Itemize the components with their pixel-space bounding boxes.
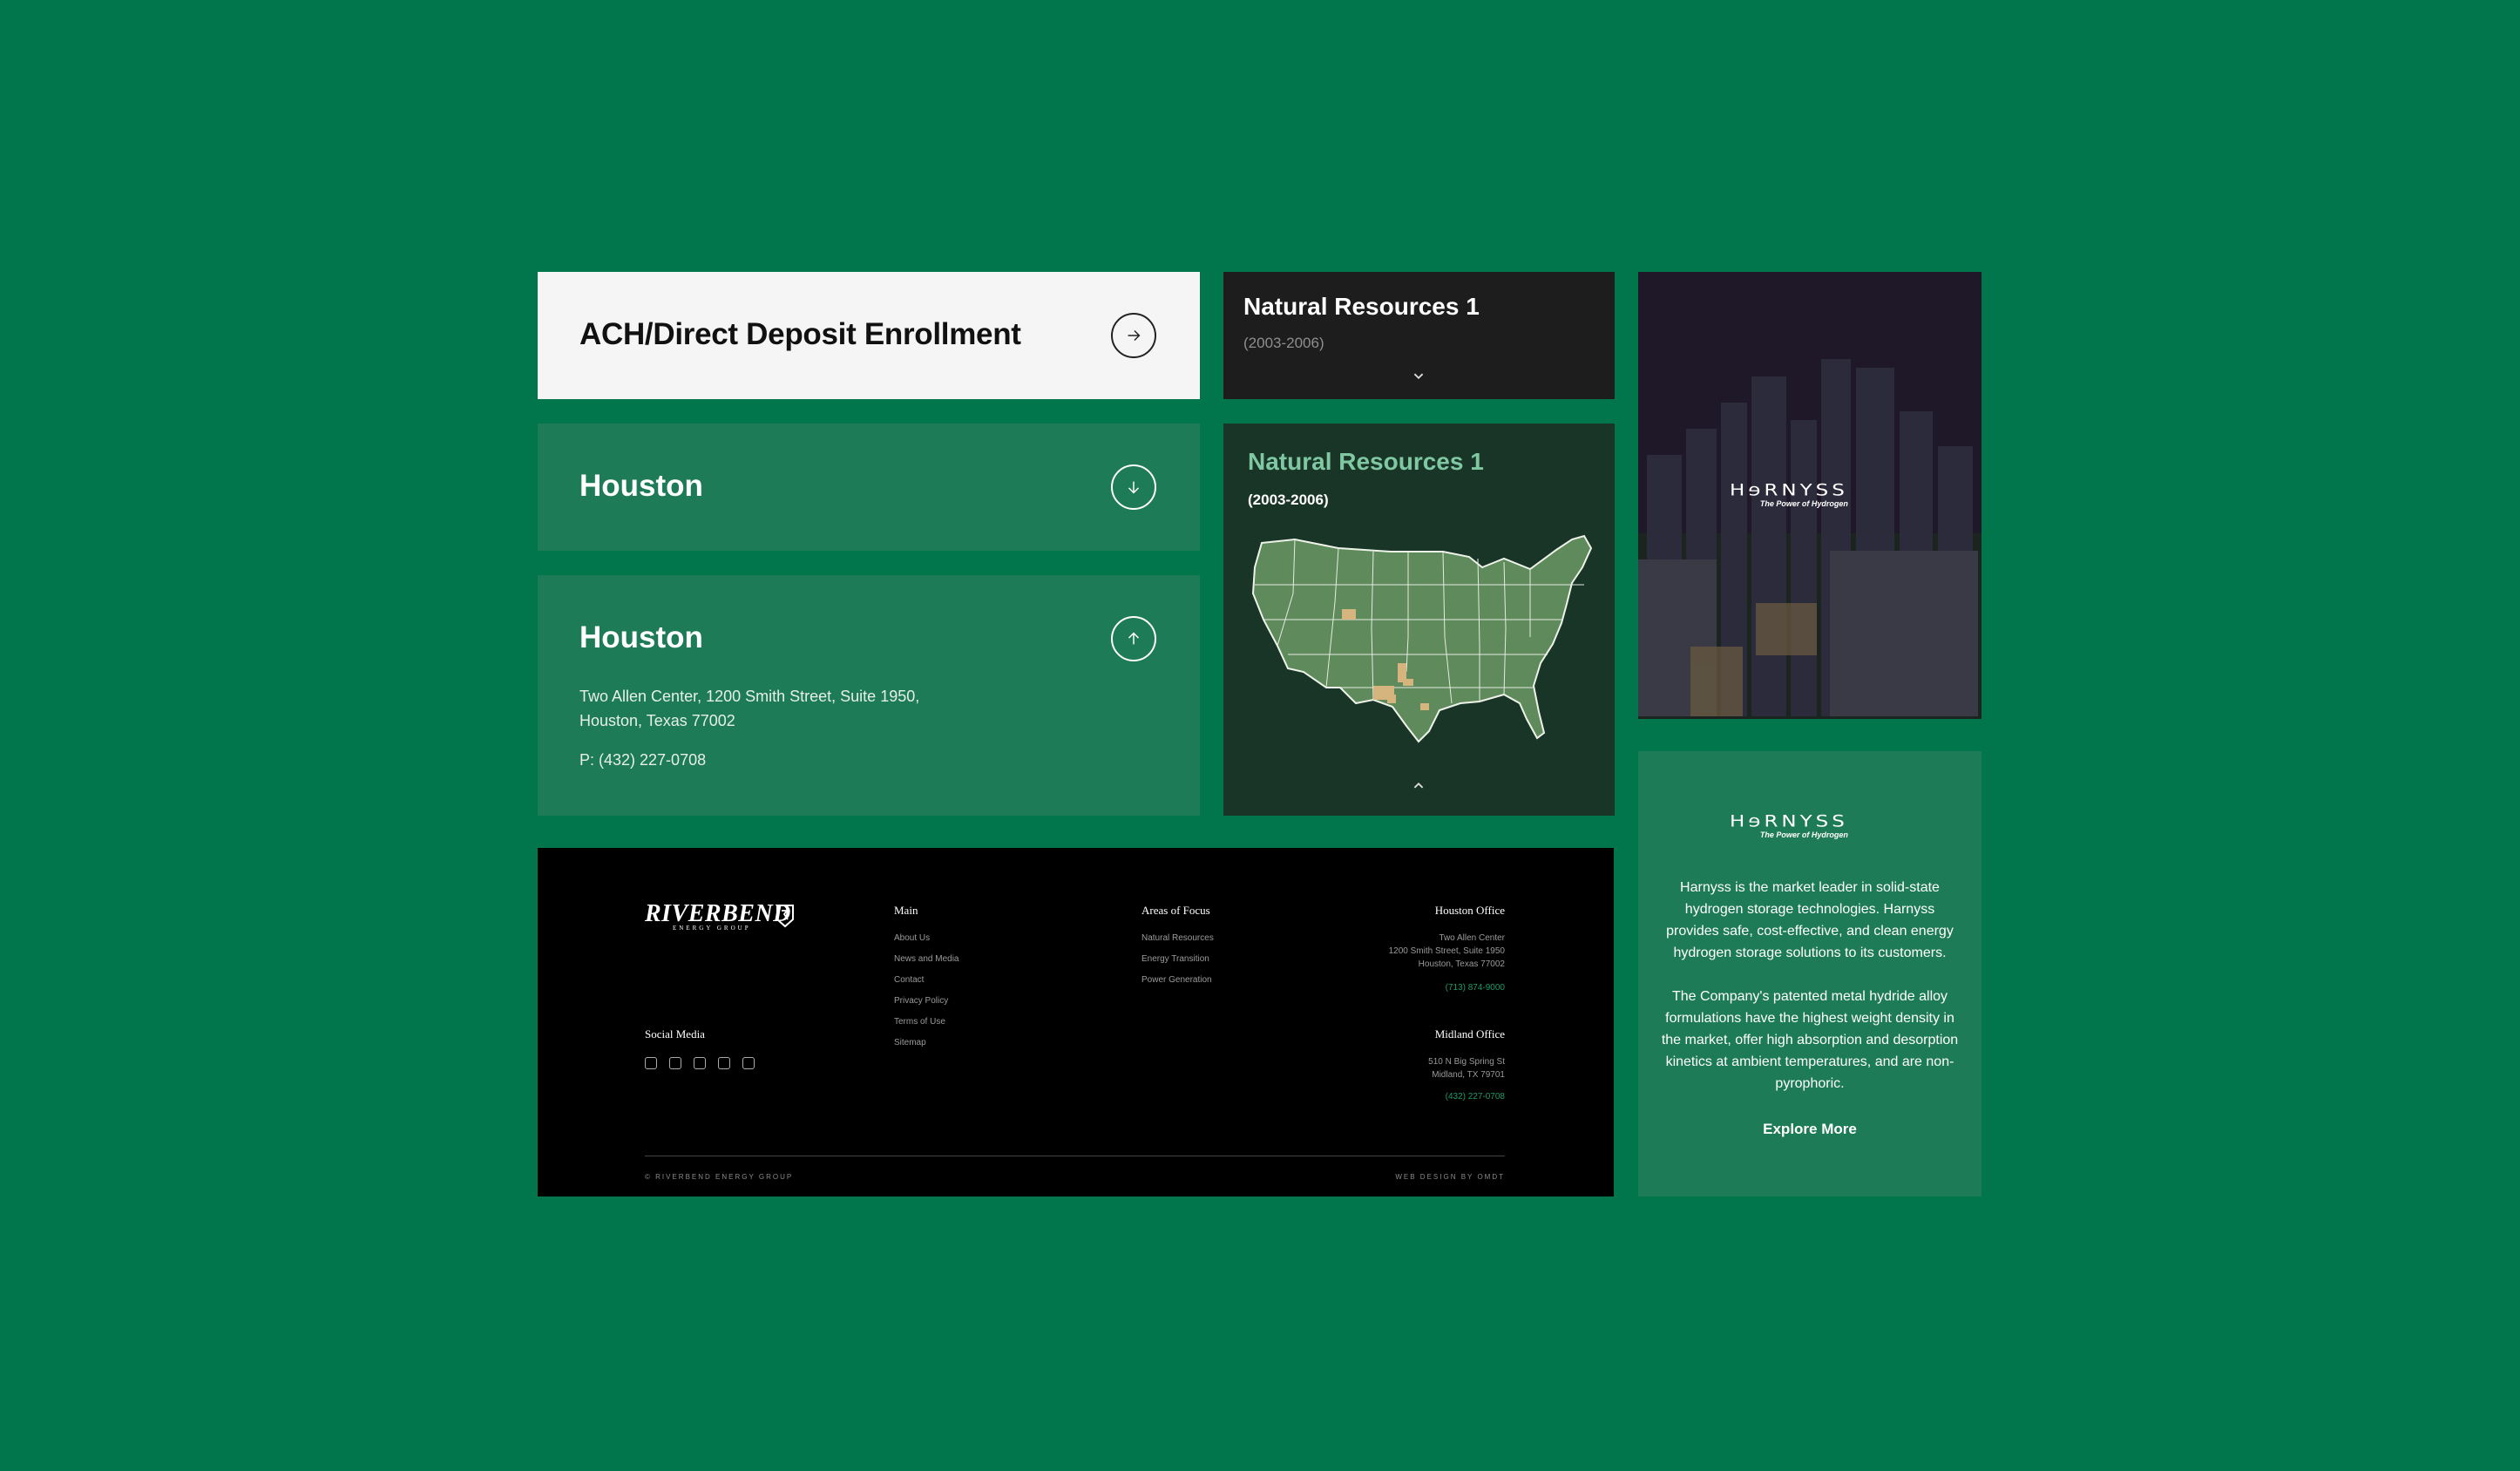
houston-title: Houston bbox=[579, 469, 703, 503]
harnyss-description-1: Harnyss is the market leader in solid-st… bbox=[1666, 880, 1954, 960]
chevron-up-icon[interactable] bbox=[1409, 776, 1428, 796]
houston-office-address: Two Allen Center 1200 Smith Street, Suit… bbox=[1389, 932, 1505, 971]
footer-link[interactable]: Contact bbox=[894, 970, 959, 991]
houston-phone: P: (432) 227-0708 bbox=[579, 751, 707, 769]
arrow-down-icon bbox=[1128, 481, 1140, 494]
harnyss-logo: HɘRNYSS The Power of Hydrogen bbox=[1730, 812, 1848, 839]
social-icons bbox=[645, 1057, 755, 1069]
footer-link[interactable]: Natural Resources bbox=[1141, 928, 1214, 949]
ach-title: ACH/Direct Deposit Enrollment bbox=[579, 317, 1021, 351]
harnyss-logo: HɘRNYSS The Power of Hydrogen bbox=[1730, 481, 1848, 508]
harnyss-logo-text: HɘRNYSS bbox=[1730, 481, 1848, 500]
footer-link[interactable]: About Us bbox=[894, 928, 959, 949]
ach-enrollment-card[interactable]: ACH/Direct Deposit Enrollment bbox=[538, 272, 1200, 399]
riverbend-logo[interactable]: RIVERBEND ENERGY GROUP bbox=[645, 900, 794, 932]
harnyss-info-card: HɘRNYSS The Power of Hydrogen Harnyss is… bbox=[1638, 751, 1981, 1196]
houston-office-phone[interactable]: (713) 874-9000 bbox=[1446, 983, 1505, 993]
natural-resources-card-expanded[interactable]: Natural Resources 1 (2003-2006) bbox=[1223, 424, 1615, 816]
arrow-right-icon bbox=[1128, 329, 1141, 342]
fund-years: (2003-2006) bbox=[1243, 335, 1324, 351]
footer-link[interactable]: News and Media bbox=[894, 949, 959, 970]
footer-link[interactable]: Privacy Policy bbox=[894, 991, 959, 1012]
address-line: 1200 Smith Street, Suite 1950 bbox=[1388, 946, 1505, 956]
harnyss-tagline: The Power of Hydrogen bbox=[1759, 499, 1848, 508]
main-links: About Us News and Media Contact Privacy … bbox=[894, 928, 959, 1054]
harnyss-description-2: The Company's patented metal hydride all… bbox=[1661, 989, 1959, 1091]
harnyss-tagline: The Power of Hydrogen bbox=[1759, 830, 1848, 839]
explore-more-link[interactable]: Explore More bbox=[1638, 1121, 1981, 1138]
harnyss-logo-text: HɘRNYSS bbox=[1730, 812, 1848, 831]
houston-office-card-collapsed[interactable]: Houston bbox=[538, 424, 1200, 551]
address-line: Midland, TX 79701 bbox=[1432, 1070, 1505, 1080]
collapse-button[interactable] bbox=[1111, 616, 1156, 661]
houston-title: Houston bbox=[579, 620, 703, 654]
natural-resources-card-collapsed[interactable]: Natural Resources 1 (2003-2006) bbox=[1223, 272, 1615, 399]
social-heading: Social Media bbox=[645, 1027, 705, 1041]
address-line: 510 N Big Spring St bbox=[1428, 1057, 1505, 1067]
arrow-up-icon bbox=[1128, 632, 1140, 645]
facebook-icon[interactable] bbox=[742, 1057, 755, 1069]
main-heading: Main bbox=[894, 904, 918, 917]
chevron-down-icon[interactable] bbox=[1409, 366, 1428, 385]
linkedin-icon[interactable] bbox=[718, 1057, 730, 1069]
x-icon[interactable] bbox=[694, 1057, 706, 1069]
copyright: © RIVERBEND ENERGY GROUP bbox=[645, 1173, 794, 1181]
address-line: Houston, Texas 77002 bbox=[1418, 959, 1505, 969]
areas-links: Natural Resources Energy Transition Powe… bbox=[1141, 928, 1214, 991]
address-line: Two Allen Center bbox=[1439, 933, 1505, 943]
fund-title: Natural Resources 1 bbox=[1243, 293, 1480, 320]
us-map bbox=[1251, 534, 1593, 743]
footer-link[interactable]: Energy Transition bbox=[1141, 949, 1214, 970]
brand-name: RIVERBEND bbox=[645, 900, 791, 927]
instagram-icon[interactable] bbox=[645, 1057, 657, 1069]
footer-link[interactable]: Terms of Use bbox=[894, 1012, 959, 1033]
fund-title: Natural Resources 1 bbox=[1248, 448, 1484, 475]
youtube-icon[interactable] bbox=[669, 1057, 681, 1069]
midland-office-heading: Midland Office bbox=[1434, 1027, 1505, 1041]
houston-office-heading: Houston Office bbox=[1434, 904, 1505, 917]
arrow-right-button[interactable] bbox=[1111, 313, 1156, 358]
address-line: Houston, Texas 77002 bbox=[579, 712, 735, 729]
fund-years: (2003-2006) bbox=[1248, 491, 1329, 508]
houston-address: Two Allen Center, 1200 Smith Street, Sui… bbox=[579, 684, 919, 733]
us-outline bbox=[1251, 534, 1593, 743]
midland-office-address: 510 N Big Spring St Midland, TX 79701 bbox=[1428, 1055, 1505, 1081]
design-credit[interactable]: WEB DESIGN BY OMDT bbox=[1395, 1173, 1505, 1181]
shield-icon bbox=[776, 905, 794, 928]
footer-link[interactable]: Power Generation bbox=[1141, 970, 1214, 991]
footer-link[interactable]: Sitemap bbox=[894, 1033, 959, 1054]
site-footer: RIVERBEND ENERGY GROUP Social Media Main… bbox=[538, 848, 1614, 1196]
houston-office-card-expanded[interactable]: Houston Two Allen Center, 1200 Smith Str… bbox=[538, 575, 1200, 816]
midland-office-phone[interactable]: (432) 227-0708 bbox=[1446, 1092, 1505, 1102]
address-line: Two Allen Center, 1200 Smith Street, Sui… bbox=[579, 688, 920, 705]
expand-button[interactable] bbox=[1111, 464, 1156, 510]
harnyss-city-image: HɘRNYSS The Power of Hydrogen bbox=[1638, 272, 1981, 719]
areas-heading: Areas of Focus bbox=[1141, 904, 1210, 917]
